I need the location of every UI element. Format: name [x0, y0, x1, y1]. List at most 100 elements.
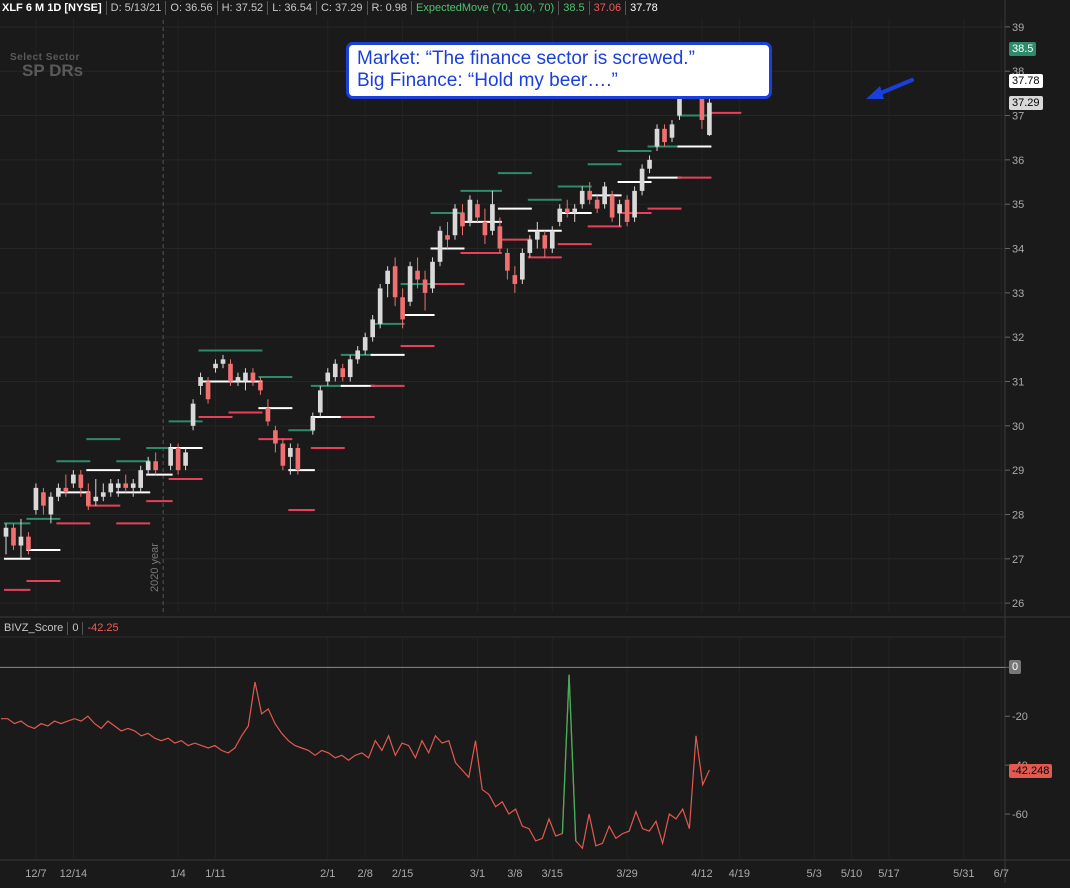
candle-body: [475, 204, 480, 218]
em-upper-value: 38.5: [559, 1, 590, 15]
candle-body: [415, 270, 420, 280]
candle-body: [130, 483, 136, 488]
score-line: [1, 674, 710, 850]
candle-body: [71, 474, 76, 484]
candle-body: [707, 102, 712, 136]
time-tick-label: 5/31: [953, 868, 974, 880]
candle-body: [542, 235, 548, 249]
lower-panel-name[interactable]: BIVZ_Score: [0, 622, 69, 635]
candle-body: [362, 337, 368, 351]
candle-body: [594, 199, 600, 209]
candle-body: [198, 377, 203, 386]
candle-body: [512, 275, 518, 284]
callout-line2: Big Finance: “Hold my beer….”: [357, 70, 618, 91]
lower-panel-zero: 0: [68, 622, 84, 635]
price-tag-em-upper: 38.5: [1009, 42, 1037, 57]
price-tick-label: 32: [1012, 332, 1024, 344]
candle-body: [654, 128, 660, 147]
candle-body: [609, 195, 615, 218]
price-tick-label: 26: [1012, 598, 1024, 610]
candle-body: [213, 363, 218, 369]
time-tick-label: 12/14: [60, 868, 88, 880]
candle-body: [617, 204, 622, 214]
symbol-label[interactable]: XLF 6 M 1D [NYSE]: [0, 1, 107, 15]
price-tick-label: 28: [1012, 509, 1024, 521]
price-tick-label: 39: [1012, 22, 1024, 34]
candle-body: [549, 230, 555, 249]
candle-body: [392, 266, 398, 298]
price-tick-label: 30: [1012, 421, 1024, 433]
study-label[interactable]: ExpectedMove (70, 100, 70): [412, 1, 560, 15]
score-spike: [561, 674, 577, 841]
time-tick-label: 1/4: [170, 868, 185, 880]
candle-body: [340, 368, 346, 378]
candle-body: [505, 252, 510, 271]
price-tick-label: 35: [1012, 199, 1024, 211]
candle-body: [273, 430, 278, 444]
close-value: C: 37.29: [317, 1, 368, 15]
candle-body: [145, 461, 151, 471]
lower-panel-current: -42.25: [87, 622, 119, 634]
candle-body: [452, 208, 458, 236]
candle-body: [243, 372, 248, 382]
candle-body: [250, 372, 256, 382]
candle-body: [235, 377, 241, 382]
candle-body: [422, 279, 428, 293]
score-tick-label: -20: [1012, 711, 1028, 723]
candle-body: [123, 483, 129, 488]
candle-body: [647, 159, 652, 169]
annotation-arrow-head: [866, 86, 884, 99]
candle-body: [205, 381, 211, 400]
time-tick-label: 5/3: [807, 868, 822, 880]
price-tick-label: 29: [1012, 465, 1024, 477]
em-lower-value: 37.06: [590, 1, 627, 15]
watermark-line2: SP DRs: [22, 61, 84, 80]
candle-body: [33, 487, 39, 511]
candle-body: [407, 266, 413, 302]
candle-body: [26, 536, 31, 550]
candle-body: [93, 496, 99, 502]
candle-body: [63, 487, 69, 493]
candle-body: [183, 452, 188, 466]
candle-body: [280, 443, 286, 466]
candle-body: [355, 350, 361, 360]
candle-body: [48, 496, 54, 515]
candle-body: [437, 230, 443, 262]
candle-body: [295, 447, 301, 471]
candle-body: [317, 390, 323, 413]
candle-body: [467, 199, 473, 222]
date-value: D: 5/13/21: [107, 1, 167, 15]
candle-body: [325, 372, 331, 382]
chart-stage: 26 27 28 29 30 31 32 33 34 35 36 37 38 39 12/7 12/14 1/4…: [0, 0, 1070, 883]
candle-body: [3, 527, 9, 537]
candle-body: [108, 483, 114, 493]
candle-body: [460, 213, 465, 227]
time-tick-label: 5/17: [878, 868, 899, 880]
low-value: L: 36.54: [268, 1, 317, 15]
price-tag-last: 37.29: [1009, 95, 1043, 110]
price-tick-label: 33: [1012, 288, 1024, 300]
candle-body: [220, 359, 226, 364]
candle-body: [430, 261, 435, 289]
time-tick-label: 4/12: [691, 868, 712, 880]
score-tick-label: -60: [1012, 809, 1028, 821]
candle-body: [258, 381, 263, 391]
candle-body: [175, 447, 181, 471]
candle-body: [385, 270, 390, 284]
high-value: H: 37.52: [218, 1, 269, 15]
candle-body: [265, 408, 271, 422]
candle-body: [482, 221, 488, 236]
time-tick-label: 4/19: [729, 868, 750, 880]
price-tick-label: 37: [1012, 111, 1024, 123]
time-tick-label: 2/8: [358, 868, 373, 880]
time-tick-label: 3/29: [616, 868, 637, 880]
time-tick-label: 3/8: [507, 868, 522, 880]
score-tag-zero: 0: [1009, 660, 1022, 675]
candle-body: [639, 168, 645, 191]
candle-body: [370, 319, 375, 338]
lower-panel-header: BIVZ_Score 0 -42.25: [0, 621, 123, 636]
time-tick-label: 2/15: [392, 868, 413, 880]
candle-body: [557, 208, 563, 222]
candle-body: [632, 190, 637, 218]
candle-body: [587, 190, 593, 200]
